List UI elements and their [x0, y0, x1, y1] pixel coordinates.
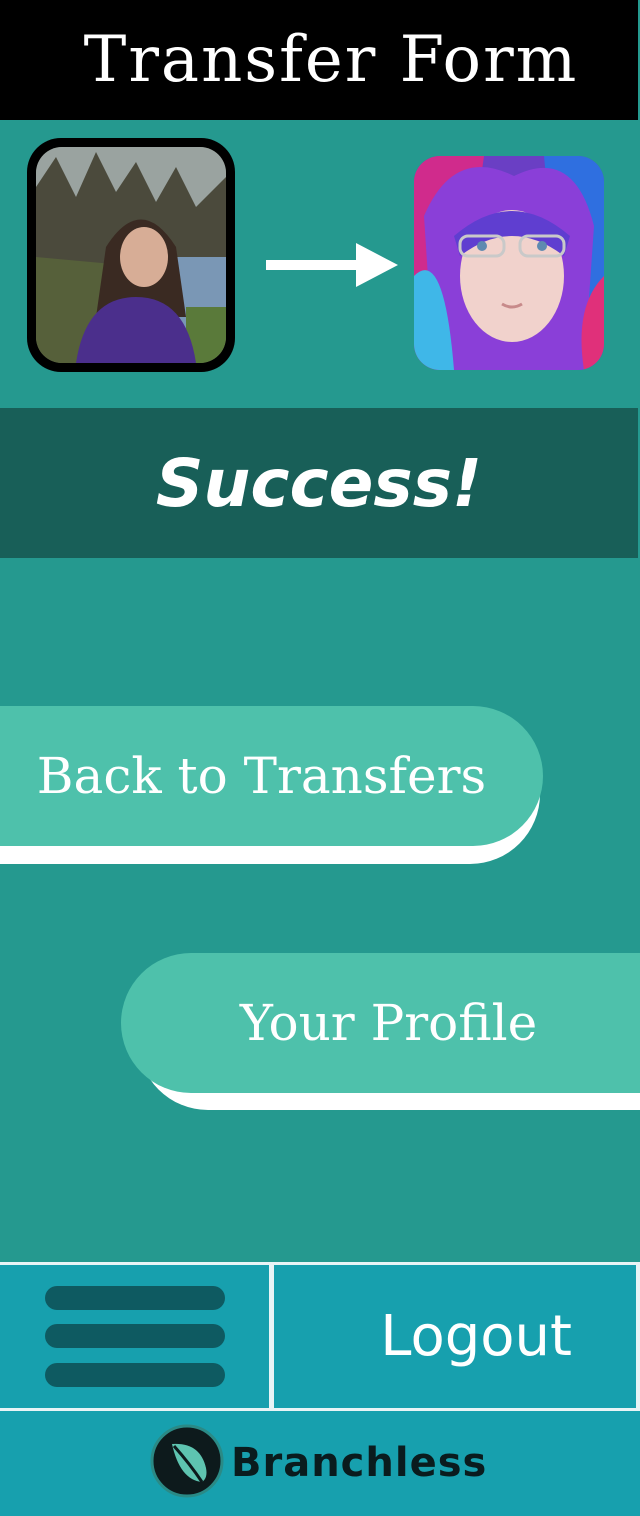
success-banner: Success!: [0, 408, 638, 558]
success-message: Success!: [155, 444, 483, 522]
recipient-avatar: [414, 156, 604, 370]
back-to-transfers-label: Back to Transfers: [36, 747, 487, 805]
leaf-icon: [150, 1424, 224, 1498]
app-header: Transfer Form: [0, 0, 638, 120]
your-profile-button[interactable]: Your Profile: [121, 953, 640, 1093]
menu-line-icon: [45, 1324, 225, 1348]
menu-line-icon: [45, 1286, 225, 1310]
page-title: Transfer Form: [83, 23, 579, 97]
logout-button[interactable]: Logout: [274, 1265, 636, 1408]
back-to-transfers-button[interactable]: Back to Transfers: [0, 706, 543, 846]
recipient-photo: [414, 156, 604, 370]
brand-name: Branchless: [231, 1440, 488, 1486]
arrow-right-icon: [266, 243, 398, 287]
menu-line-icon: [45, 1363, 225, 1387]
sender-avatar: [27, 138, 235, 372]
logout-label: Logout: [380, 1304, 572, 1369]
sender-photo: [36, 147, 226, 363]
your-profile-label: Your Profile: [239, 994, 538, 1052]
hamburger-menu-button[interactable]: [0, 1265, 269, 1408]
